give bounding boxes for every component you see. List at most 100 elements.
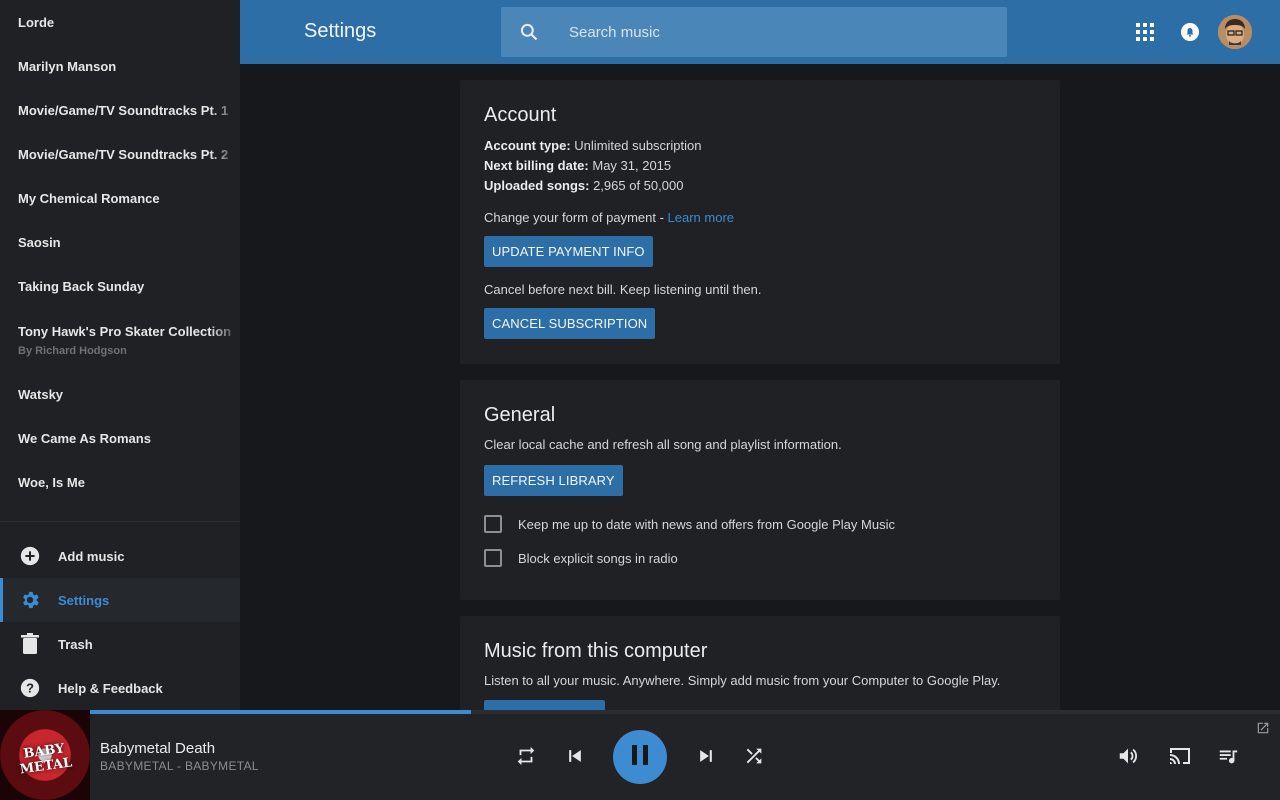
settings-label: Settings	[58, 592, 110, 608]
explicit-label: Block explicit songs in radio	[518, 550, 678, 566]
playlist-label: Tony Hawk's Pro Skater Collection	[18, 323, 232, 339]
billing-date-label: Next billing date:	[484, 158, 589, 173]
computer-heading: Music from this computer	[484, 640, 708, 662]
sidebar-item-artist[interactable]: Movie/Game/TV Soundtracks Pt. 1	[0, 88, 240, 132]
billing-date-value: May 31, 2015	[592, 158, 672, 173]
cache-text: Clear local cache and refresh all song a…	[484, 437, 842, 452]
computer-text: Listen to all your music. Anywhere. Simp…	[484, 673, 1001, 688]
uploaded-songs-label: Uploaded songs:	[484, 178, 590, 193]
artist-label: Saosin	[18, 234, 61, 250]
artist-label: My Chemical Romance	[18, 190, 160, 206]
playback-progress[interactable]	[90, 710, 1280, 714]
help-icon: ?	[18, 676, 42, 700]
explicit-option[interactable]: Block explicit songs in radio	[484, 549, 678, 567]
trash-label: Trash	[58, 636, 93, 652]
account-heading: Account	[484, 104, 557, 126]
artist-label: Lorde	[18, 14, 55, 30]
account-type-label: Account type:	[484, 138, 571, 153]
general-heading: General	[484, 404, 556, 426]
sidebar-item-artist[interactable]: Lorde	[0, 0, 240, 44]
cancel-text: Cancel before next bill. Keep listening …	[484, 282, 762, 297]
computer-music-card: Music from this computer Listen to all y…	[460, 616, 1060, 710]
sidebar-item-artist[interactable]: My Chemical Romance	[0, 176, 240, 220]
artist-label: Movie/Game/TV Soundtracks Pt. 2	[18, 146, 229, 162]
playlist-author: By Richard Hodgson	[18, 344, 127, 357]
add-music-label: Add music	[58, 548, 125, 564]
refresh-library-button[interactable]: REFRESH LIBRARY	[484, 465, 623, 496]
sidebar-item-playlist[interactable]: Tony Hawk's Pro Skater Collection By Ric…	[0, 308, 240, 372]
artist-label: Marilyn Manson	[18, 58, 117, 74]
explicit-checkbox[interactable]	[484, 549, 502, 567]
artist-list: Lorde Marilyn Manson Movie/Game/TV Sound…	[0, 0, 240, 504]
album-art-text: BABY METAL	[19, 741, 74, 778]
help-feedback-button[interactable]: ? Help & Feedback	[0, 666, 240, 710]
account-type-value: Unlimited subscription	[574, 138, 702, 153]
page-title: Settings	[304, 20, 377, 42]
now-playing-bar: BABY METAL Babymetal Death BABYMETAL - B…	[0, 710, 1280, 800]
shuffle-button[interactable]	[741, 745, 767, 771]
cancel-subscription-button[interactable]: CANCEL SUBSCRIPTION	[484, 308, 656, 339]
add-music-card-button[interactable]	[484, 700, 605, 710]
sidebar-item-artist[interactable]: Woe, Is Me	[0, 460, 240, 504]
uploaded-songs-line: Uploaded songs: 2,965 of 50,000	[484, 176, 701, 196]
account-details: Account type: Unlimited subscription Nex…	[484, 136, 701, 196]
news-checkbox[interactable]	[484, 515, 502, 533]
volume-icon	[1117, 745, 1139, 772]
artist-label: Taking Back Sunday	[18, 278, 145, 294]
cast-icon	[1168, 745, 1192, 772]
queue-music-icon	[1217, 745, 1239, 772]
news-option[interactable]: Keep me up to date with news and offers …	[484, 515, 895, 533]
sidebar-divider	[0, 521, 240, 522]
add-circle-icon	[18, 544, 42, 568]
skip-previous-icon	[565, 746, 585, 771]
learn-more-link[interactable]: Learn more	[668, 210, 734, 225]
popout-button[interactable]	[1255, 722, 1271, 738]
uploaded-songs-value: 2,965 of 50,000	[593, 178, 684, 193]
account-type-line: Account type: Unlimited subscription	[484, 136, 701, 156]
update-payment-button[interactable]: UPDATE PAYMENT INFO	[484, 236, 653, 267]
pause-icon	[629, 743, 651, 772]
search-input[interactable]	[557, 23, 1007, 41]
settings-button[interactable]: Settings	[0, 578, 240, 622]
settings-content: Account Account type: Unlimited subscrip…	[240, 64, 1280, 710]
sidebar-item-artist[interactable]: We Came As Romans	[0, 416, 240, 460]
cast-button[interactable]	[1167, 745, 1193, 771]
sidebar-item-artist[interactable]: Taking Back Sunday	[0, 264, 240, 308]
skip-next-icon	[696, 746, 716, 771]
payment-text: Change your form of payment -	[484, 210, 668, 225]
shuffle-icon	[743, 745, 765, 772]
queue-button[interactable]	[1215, 745, 1241, 771]
payment-line: Change your form of payment - Learn more	[484, 208, 734, 228]
previous-button[interactable]	[562, 745, 588, 771]
track-title[interactable]: Babymetal Death	[100, 740, 215, 757]
apps-grid-icon[interactable]	[1131, 18, 1159, 46]
artist-label: We Came As Romans	[18, 430, 151, 446]
search-icon[interactable]	[501, 22, 557, 42]
sidebar-item-artist[interactable]: Saosin	[0, 220, 240, 264]
trash-icon	[18, 632, 42, 656]
open-in-new-icon	[1256, 721, 1270, 740]
sidebar-item-artist[interactable]: Movie/Game/TV Soundtracks Pt. 2	[0, 132, 240, 176]
text-fade	[210, 308, 240, 372]
sidebar: Lorde Marilyn Manson Movie/Game/TV Sound…	[0, 0, 240, 710]
gear-icon	[18, 588, 42, 612]
next-button[interactable]	[693, 745, 719, 771]
album-art[interactable]: BABY METAL	[0, 710, 90, 800]
trash-button[interactable]: Trash	[0, 622, 240, 666]
sidebar-item-artist[interactable]: Watsky	[0, 372, 240, 416]
search-box[interactable]	[501, 7, 1007, 57]
notifications-icon[interactable]	[1176, 18, 1204, 46]
account-card: Account Account type: Unlimited subscrip…	[460, 80, 1060, 364]
general-card: General Clear local cache and refresh al…	[460, 380, 1060, 600]
volume-button[interactable]	[1115, 745, 1141, 771]
track-artist-album[interactable]: BABYMETAL - BABYMETAL	[100, 759, 259, 773]
sidebar-item-artist[interactable]: Marilyn Manson	[0, 44, 240, 88]
help-label: Help & Feedback	[58, 680, 163, 696]
top-app-bar: Settings	[240, 0, 1280, 64]
avatar[interactable]	[1218, 15, 1252, 49]
add-music-button[interactable]: Add music	[0, 534, 240, 578]
play-pause-button[interactable]	[613, 730, 667, 784]
artist-label: Watsky	[18, 386, 64, 402]
repeat-icon	[515, 745, 537, 772]
repeat-button[interactable]	[513, 745, 539, 771]
